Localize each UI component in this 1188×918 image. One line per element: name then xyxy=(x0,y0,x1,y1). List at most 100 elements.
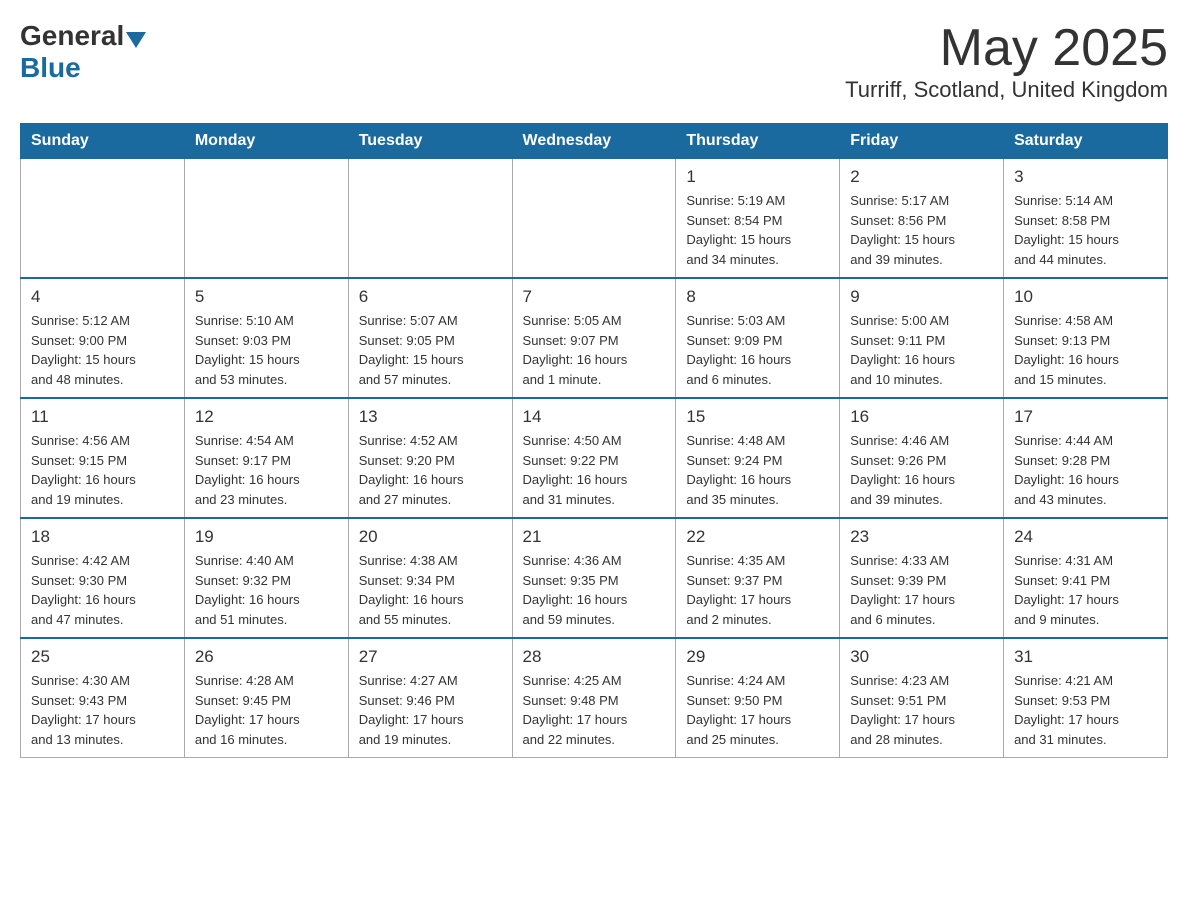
day-info: Sunrise: 4:23 AM Sunset: 9:51 PM Dayligh… xyxy=(850,671,993,749)
day-info: Sunrise: 4:24 AM Sunset: 9:50 PM Dayligh… xyxy=(686,671,829,749)
calendar-cell xyxy=(21,159,185,279)
calendar-cell xyxy=(512,159,676,279)
day-number: 21 xyxy=(523,527,666,547)
calendar-day-header: Thursday xyxy=(676,124,840,159)
day-info: Sunrise: 5:17 AM Sunset: 8:56 PM Dayligh… xyxy=(850,191,993,269)
day-info: Sunrise: 5:10 AM Sunset: 9:03 PM Dayligh… xyxy=(195,311,338,389)
calendar-day-header: Friday xyxy=(840,124,1004,159)
calendar-cell: 29 Sunrise: 4:24 AM Sunset: 9:50 PM Dayli… xyxy=(676,638,840,758)
calendar-week-row: 1Sunrise: 5:19 AM Sunset: 8:54 PM Daylig… xyxy=(21,159,1168,279)
day-info: Sunrise: 5:12 AM Sunset: 9:00 PM Dayligh… xyxy=(31,311,174,389)
day-number: 7 xyxy=(523,287,666,307)
calendar-header-row: SundayMondayTuesdayWednesdayThursdayFrid… xyxy=(21,124,1168,159)
day-info: Sunrise: 4:31 AM Sunset: 9:41 PM Dayligh… xyxy=(1014,551,1157,629)
day-info: Sunrise: 4:33 AM Sunset: 9:39 PM Dayligh… xyxy=(850,551,993,629)
calendar-cell: 21Sunrise: 4:36 AM Sunset: 9:35 PM Dayli… xyxy=(512,518,676,638)
calendar-cell: 18 Sunrise: 4:42 AM Sunset: 9:30 PM Dayli… xyxy=(21,518,185,638)
calendar-cell: 17Sunrise: 4:44 AM Sunset: 9:28 PM Dayli… xyxy=(1004,398,1168,518)
page-header: General Blue May 2025 Turriff, Scotland,… xyxy=(20,20,1168,103)
calendar-cell: 6 Sunrise: 5:07 AM Sunset: 9:05 PM Daylig… xyxy=(348,278,512,398)
month-title: May 2025 xyxy=(845,20,1168,77)
calendar-cell: 24 Sunrise: 4:31 AM Sunset: 9:41 PM Dayli… xyxy=(1004,518,1168,638)
calendar-day-header: Monday xyxy=(184,124,348,159)
calendar-day-header: Sunday xyxy=(21,124,185,159)
calendar-cell: 25 Sunrise: 4:30 AM Sunset: 9:43 PM Dayli… xyxy=(21,638,185,758)
day-info: Sunrise: 5:05 AM Sunset: 9:07 PM Dayligh… xyxy=(523,311,666,389)
calendar-cell xyxy=(348,159,512,279)
calendar-table: SundayMondayTuesdayWednesdayThursdayFrid… xyxy=(20,123,1168,758)
title-area: May 2025 Turriff, Scotland, United Kingd… xyxy=(845,20,1168,103)
day-info: Sunrise: 4:42 AM Sunset: 9:30 PM Dayligh… xyxy=(31,551,174,629)
day-info: Sunrise: 4:46 AM Sunset: 9:26 PM Dayligh… xyxy=(850,431,993,509)
day-info: Sunrise: 4:38 AM Sunset: 9:34 PM Dayligh… xyxy=(359,551,502,629)
day-number: 31 xyxy=(1014,647,1157,667)
day-number: 10 xyxy=(1014,287,1157,307)
logo-general: General xyxy=(20,20,124,52)
calendar-week-row: 11Sunrise: 4:56 AM Sunset: 9:15 PM Dayli… xyxy=(21,398,1168,518)
calendar-day-header: Wednesday xyxy=(512,124,676,159)
calendar-cell: 12 Sunrise: 4:54 AM Sunset: 9:17 PM Dayli… xyxy=(184,398,348,518)
day-info: Sunrise: 4:25 AM Sunset: 9:48 PM Dayligh… xyxy=(523,671,666,749)
day-number: 22 xyxy=(686,527,829,547)
calendar-cell: 27 Sunrise: 4:27 AM Sunset: 9:46 PM Dayli… xyxy=(348,638,512,758)
day-info: Sunrise: 5:07 AM Sunset: 9:05 PM Dayligh… xyxy=(359,311,502,389)
day-number: 30 xyxy=(850,647,993,667)
calendar-cell: 9 Sunrise: 5:00 AM Sunset: 9:11 PM Daylig… xyxy=(840,278,1004,398)
day-info: Sunrise: 5:19 AM Sunset: 8:54 PM Dayligh… xyxy=(686,191,829,269)
calendar-cell: 7 Sunrise: 5:05 AM Sunset: 9:07 PM Daylig… xyxy=(512,278,676,398)
day-info: Sunrise: 4:28 AM Sunset: 9:45 PM Dayligh… xyxy=(195,671,338,749)
logo-blue: Blue xyxy=(20,52,81,83)
calendar-cell: 20 Sunrise: 4:38 AM Sunset: 9:34 PM Dayli… xyxy=(348,518,512,638)
calendar-cell: 22Sunrise: 4:35 AM Sunset: 9:37 PM Dayli… xyxy=(676,518,840,638)
day-number: 5 xyxy=(195,287,338,307)
day-info: Sunrise: 4:30 AM Sunset: 9:43 PM Dayligh… xyxy=(31,671,174,749)
calendar-cell: 19Sunrise: 4:40 AM Sunset: 9:32 PM Dayli… xyxy=(184,518,348,638)
day-info: Sunrise: 4:58 AM Sunset: 9:13 PM Dayligh… xyxy=(1014,311,1157,389)
day-number: 8 xyxy=(686,287,829,307)
day-info: Sunrise: 4:27 AM Sunset: 9:46 PM Dayligh… xyxy=(359,671,502,749)
calendar-cell: 11Sunrise: 4:56 AM Sunset: 9:15 PM Dayli… xyxy=(21,398,185,518)
day-number: 6 xyxy=(359,287,502,307)
day-info: Sunrise: 4:21 AM Sunset: 9:53 PM Dayligh… xyxy=(1014,671,1157,749)
day-number: 29 xyxy=(686,647,829,667)
day-number: 3 xyxy=(1014,167,1157,187)
calendar-cell: 8 Sunrise: 5:03 AM Sunset: 9:09 PM Daylig… xyxy=(676,278,840,398)
calendar-cell: 5 Sunrise: 5:10 AM Sunset: 9:03 PM Daylig… xyxy=(184,278,348,398)
calendar-week-row: 18 Sunrise: 4:42 AM Sunset: 9:30 PM Dayli… xyxy=(21,518,1168,638)
calendar-cell xyxy=(184,159,348,279)
day-number: 13 xyxy=(359,407,502,427)
day-number: 19 xyxy=(195,527,338,547)
calendar-cell: 26 Sunrise: 4:28 AM Sunset: 9:45 PM Dayli… xyxy=(184,638,348,758)
day-number: 20 xyxy=(359,527,502,547)
calendar-cell: 3 Sunrise: 5:14 AM Sunset: 8:58 PM Daylig… xyxy=(1004,159,1168,279)
calendar-cell: 1Sunrise: 5:19 AM Sunset: 8:54 PM Daylig… xyxy=(676,159,840,279)
day-number: 26 xyxy=(195,647,338,667)
day-number: 9 xyxy=(850,287,993,307)
calendar-week-row: 4 Sunrise: 5:12 AM Sunset: 9:00 PM Daylig… xyxy=(21,278,1168,398)
day-info: Sunrise: 4:44 AM Sunset: 9:28 PM Dayligh… xyxy=(1014,431,1157,509)
day-number: 14 xyxy=(523,407,666,427)
calendar-cell: 15Sunrise: 4:48 AM Sunset: 9:24 PM Dayli… xyxy=(676,398,840,518)
day-number: 15 xyxy=(686,407,829,427)
location-title: Turriff, Scotland, United Kingdom xyxy=(845,77,1168,103)
calendar-day-header: Tuesday xyxy=(348,124,512,159)
day-number: 4 xyxy=(31,287,174,307)
day-info: Sunrise: 4:52 AM Sunset: 9:20 PM Dayligh… xyxy=(359,431,502,509)
day-info: Sunrise: 4:54 AM Sunset: 9:17 PM Dayligh… xyxy=(195,431,338,509)
day-info: Sunrise: 5:14 AM Sunset: 8:58 PM Dayligh… xyxy=(1014,191,1157,269)
day-number: 12 xyxy=(195,407,338,427)
day-number: 18 xyxy=(31,527,174,547)
day-info: Sunrise: 5:03 AM Sunset: 9:09 PM Dayligh… xyxy=(686,311,829,389)
day-number: 24 xyxy=(1014,527,1157,547)
calendar-cell: 16Sunrise: 4:46 AM Sunset: 9:26 PM Dayli… xyxy=(840,398,1004,518)
calendar-cell: 30 Sunrise: 4:23 AM Sunset: 9:51 PM Dayli… xyxy=(840,638,1004,758)
calendar-cell: 28Sunrise: 4:25 AM Sunset: 9:48 PM Dayli… xyxy=(512,638,676,758)
day-info: Sunrise: 5:00 AM Sunset: 9:11 PM Dayligh… xyxy=(850,311,993,389)
calendar-cell: 10 Sunrise: 4:58 AM Sunset: 9:13 PM Dayli… xyxy=(1004,278,1168,398)
day-number: 25 xyxy=(31,647,174,667)
calendar-cell: 13 Sunrise: 4:52 AM Sunset: 9:20 PM Dayli… xyxy=(348,398,512,518)
day-info: Sunrise: 4:50 AM Sunset: 9:22 PM Dayligh… xyxy=(523,431,666,509)
calendar-cell: 14 Sunrise: 4:50 AM Sunset: 9:22 PM Dayli… xyxy=(512,398,676,518)
day-number: 27 xyxy=(359,647,502,667)
calendar-week-row: 25 Sunrise: 4:30 AM Sunset: 9:43 PM Dayli… xyxy=(21,638,1168,758)
